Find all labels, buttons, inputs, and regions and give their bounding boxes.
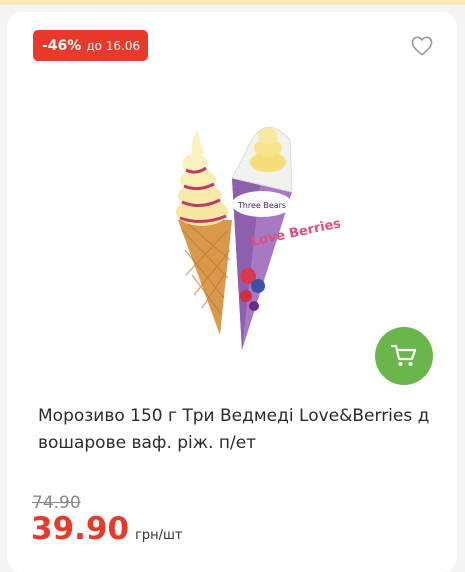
price-unit: грн/шт: [135, 528, 183, 543]
image-brand-text: Three Bears: [237, 201, 286, 210]
discount-until: до 16.06: [86, 38, 141, 53]
discount-badge: -46% до 16.06: [33, 30, 149, 61]
old-price: 74.90: [32, 493, 81, 513]
product-image[interactable]: Three Bears Love Berries: [140, 100, 343, 360]
ice-cream-illustration: Three Bears Love Berries: [176, 126, 343, 350]
product-title[interactable]: Морозиво 150 г Три Ведмеді Love&Berries …: [38, 403, 433, 457]
price-row: 39.90 грн/шт: [31, 511, 183, 547]
discount-percent: -46%: [42, 37, 82, 54]
cart-icon: [390, 344, 417, 366]
current-price: 39.90: [31, 511, 130, 547]
add-to-cart-button[interactable]: [375, 327, 433, 385]
heart-outline-icon: [411, 36, 433, 56]
top-strip: [0, 0, 465, 5]
favorite-button[interactable]: [409, 34, 435, 58]
